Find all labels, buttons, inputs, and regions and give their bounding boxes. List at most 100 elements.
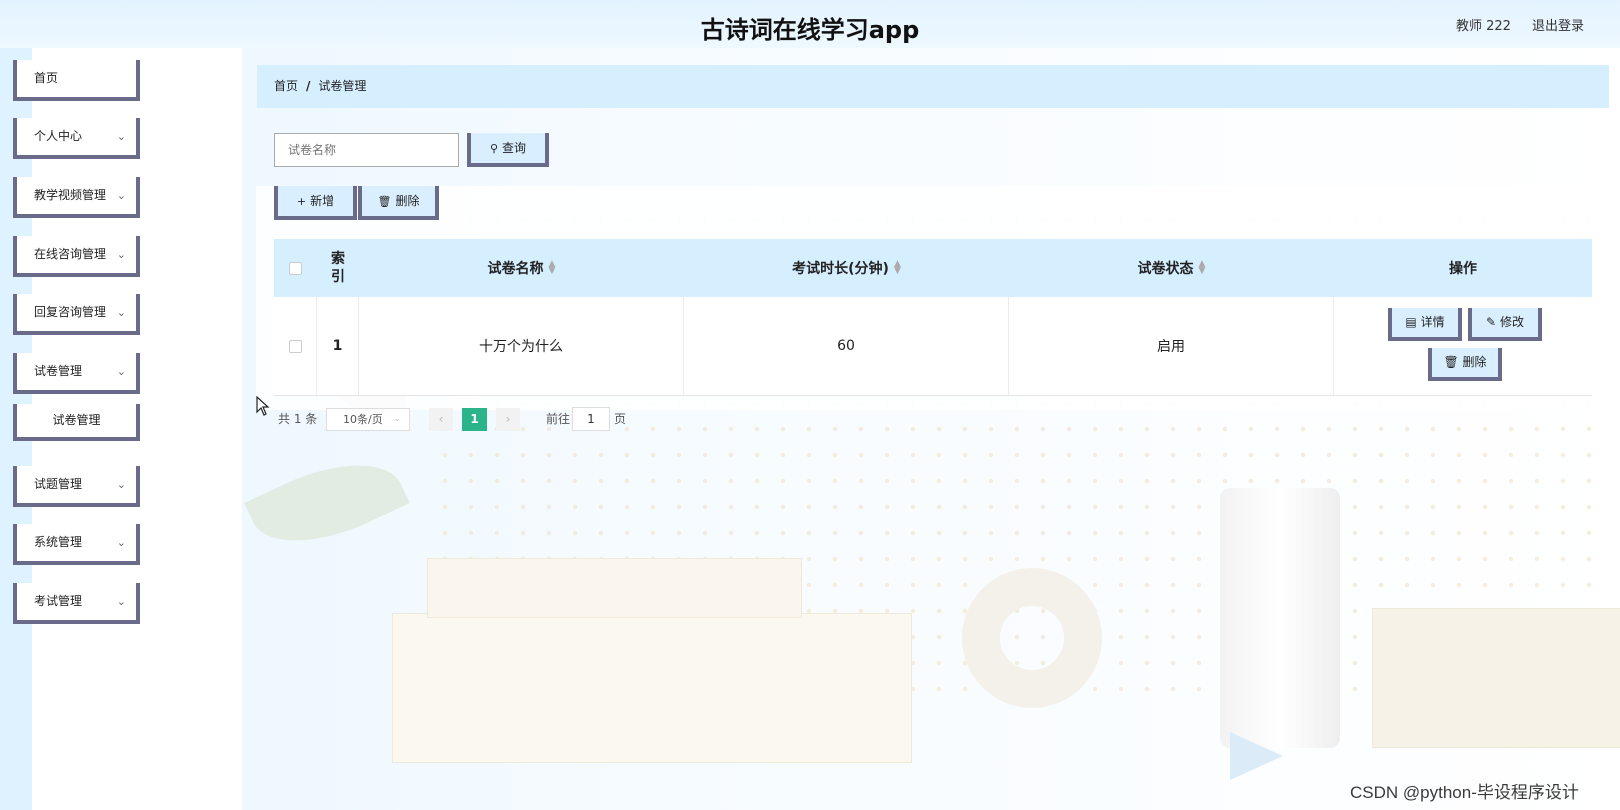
row-status: 启用 (1009, 297, 1334, 395)
sidebar-item-label: 试卷管理 (34, 364, 83, 378)
sort-icon[interactable]: ▲ ▼ (1199, 260, 1206, 276)
chevron-down-icon: ⌄ (116, 306, 126, 319)
row-delete-button-label: 删除 (1462, 355, 1487, 369)
column-header-index: 索 引 (317, 239, 359, 297)
sidebar-item-question-management[interactable]: 试题管理 ⌄ (13, 466, 140, 507)
breadcrumb-current: 试卷管理 (318, 79, 367, 93)
plus-icon: + (296, 195, 307, 208)
column-header-actions: 操作 (1334, 239, 1592, 297)
mouse-cursor-icon (256, 396, 270, 416)
index-header-top: 索 (331, 251, 345, 267)
sidebar-item-video-management[interactable]: 教学视频管理 ⌄ (13, 177, 140, 218)
pencil-icon: ✎ (1486, 315, 1497, 329)
leaf-decoration (244, 439, 410, 567)
row-checkbox[interactable] (288, 339, 302, 353)
chevron-down-icon: ⌄ (116, 478, 126, 491)
breadcrumb-home[interactable]: 首页 (274, 79, 298, 93)
row-index: 1 (317, 297, 359, 395)
watermark-logo-icon (1230, 732, 1283, 780)
breadcrumb: 首页 / 试卷管理 (257, 65, 1609, 108)
batch-delete-button[interactable]: 🗑 删除 (358, 186, 439, 220)
column-header-paper-name[interactable]: 试卷名称 ▲ ▼ (359, 239, 684, 297)
sort-icon[interactable]: ▲ ▼ (549, 260, 556, 276)
batch-delete-button-label: 删除 (395, 194, 420, 208)
top-header: 古诗词在线学习app 教师 222 退出登录 (0, 0, 1620, 48)
row-select-cell (274, 297, 317, 395)
chevron-down-icon: ⌄ (116, 365, 126, 378)
cylinder-decoration (1220, 488, 1340, 748)
add-button[interactable]: + 新增 (274, 186, 357, 220)
sidebar-item-label: 试题管理 (34, 477, 83, 491)
sidebar-item-paper-management[interactable]: 试卷管理 ⌄ (13, 353, 140, 394)
sidebar-item-label: 教学视频管理 (34, 188, 107, 202)
column-header-duration[interactable]: 考试时长(分钟) ▲ ▼ (684, 239, 1009, 297)
sidebar-item-label: 系统管理 (34, 535, 83, 549)
trash-icon: 🗑 (1443, 355, 1459, 369)
query-button[interactable]: ⚲ 查询 (467, 133, 549, 167)
paper-name-search-input[interactable] (274, 133, 459, 167)
table-row: 1 十万个为什么 60 启用 ▤ 详情 ✎ 修改 🗑 删除 (274, 297, 1592, 396)
next-page-button[interactable]: › (496, 408, 520, 431)
chevron-down-icon: ⌄ (116, 595, 126, 608)
select-all-checkbox[interactable] (289, 261, 302, 275)
sidebar-item-personal-center[interactable]: 个人中心 ⌄ (13, 118, 140, 159)
sidebar-item-exam-management[interactable]: 考试管理 ⌄ (13, 583, 140, 624)
add-button-label: 新增 (310, 194, 335, 208)
page-suffix-label: 页 (614, 412, 627, 426)
board-decoration (427, 558, 802, 618)
sidebar-item-online-consult[interactable]: 在线咨询管理 ⌄ (13, 236, 140, 277)
chevron-right-icon: › (505, 412, 511, 426)
goto-page-input[interactable]: 1 (572, 407, 610, 431)
column-header-label: 试卷名称 (487, 261, 544, 277)
sidebar-item-label: 考试管理 (34, 594, 83, 608)
chevron-left-icon: ‹ (438, 412, 444, 426)
chevron-down-icon: ⌄ (116, 189, 126, 202)
pagination-total: 共 1 条 (278, 412, 318, 426)
sidebar-item-reply-consult[interactable]: 回复咨询管理 ⌄ (13, 294, 140, 335)
row-delete-button[interactable]: 🗑 删除 (1428, 348, 1502, 381)
sidebar-item-label: 个人中心 (34, 129, 83, 143)
index-header-bottom: 引 (331, 269, 345, 285)
detail-button-label: 详情 (1420, 315, 1445, 329)
query-button-label: 查询 (502, 141, 527, 155)
column-header-label: 试卷状态 (1137, 261, 1194, 277)
sidebar-subitem-label: 试卷管理 (52, 413, 101, 427)
block-decoration (1372, 608, 1620, 748)
table-header: 索 引 试卷名称 ▲ ▼ 考试时长(分钟) ▲ ▼ 试卷状态 ▲ ▼ 操作 (274, 239, 1592, 297)
column-header-status[interactable]: 试卷状态 ▲ ▼ (1009, 239, 1334, 297)
sidebar-item-label: 回复咨询管理 (34, 305, 107, 319)
chevron-down-icon: ⌄ (393, 414, 401, 424)
sidebar-subitem-paper-management[interactable]: 试卷管理 (13, 404, 140, 441)
row-paper-name: 十万个为什么 (359, 297, 684, 395)
row-duration: 60 (684, 297, 1009, 395)
sort-icon[interactable]: ▲ ▼ (894, 260, 901, 276)
ring-decoration (962, 568, 1102, 708)
goto-label: 前往 (546, 412, 571, 426)
edit-button-label: 修改 (1499, 315, 1524, 329)
app-title: 古诗词在线学习app (700, 16, 920, 44)
sidebar-item-label: 首页 (34, 71, 59, 85)
chevron-down-icon: ⌄ (116, 130, 126, 143)
box-decoration (392, 613, 912, 763)
csdn-watermark: CSDN @python-毕设程序设计 (1350, 783, 1579, 802)
search-icon: ⚲ (489, 142, 499, 155)
chevron-down-icon: ⌄ (116, 536, 126, 549)
page-number-button[interactable]: 1 (462, 408, 487, 431)
sidebar-item-home[interactable]: 首页 (13, 60, 140, 101)
select-all-cell (274, 239, 317, 297)
edit-button[interactable]: ✎ 修改 (1468, 308, 1542, 341)
prev-page-button[interactable]: ‹ (429, 408, 453, 431)
sidebar-item-system-management[interactable]: 系统管理 ⌄ (13, 524, 140, 565)
document-icon: ▤ (1405, 315, 1417, 329)
current-user-label: 教师 222 (1456, 19, 1511, 34)
column-header-label: 考试时长(分钟) (792, 261, 889, 277)
sidebar-item-label: 在线咨询管理 (34, 247, 107, 261)
chevron-down-icon: ⌄ (116, 248, 126, 261)
breadcrumb-separator: / (306, 79, 311, 93)
detail-button[interactable]: ▤ 详情 (1388, 308, 1462, 341)
column-header-label: 操作 (1449, 261, 1477, 277)
trash-icon: 🗑 (377, 195, 392, 208)
page-size-value: 10条/页 (343, 413, 383, 426)
logout-link[interactable]: 退出登录 (1532, 15, 1584, 34)
page-size-select[interactable]: 10条/页 ⌄ (326, 408, 410, 431)
